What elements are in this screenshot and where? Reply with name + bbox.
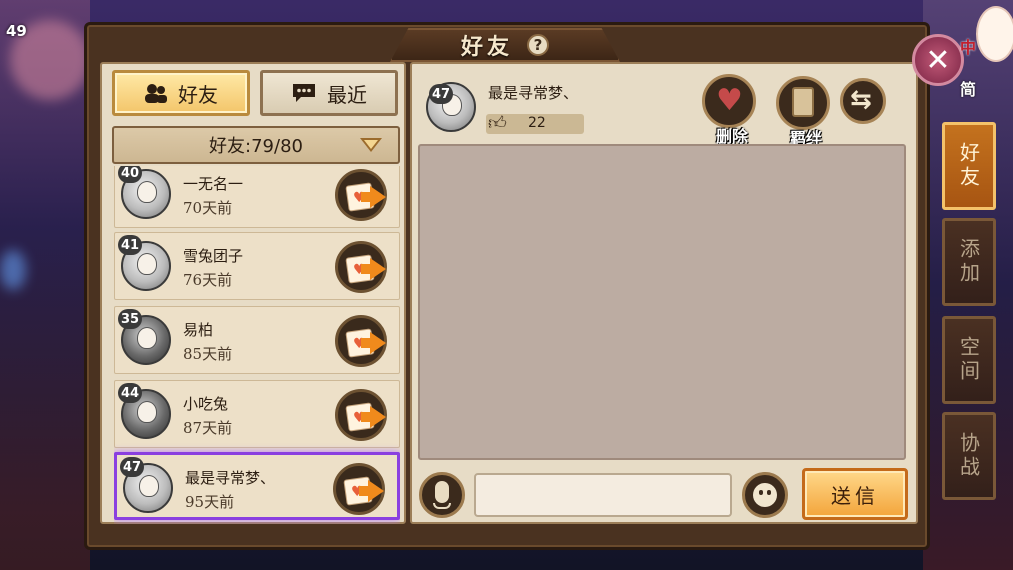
send-letter-button[interactable]: ♥ — [335, 315, 387, 367]
friend-name: 易柏 — [183, 321, 214, 339]
arrow-right-icon — [370, 186, 386, 208]
background-lantern — [0, 250, 26, 290]
chat-message-area[interactable] — [418, 144, 906, 460]
emoji-icon — [753, 483, 777, 507]
like-bar[interactable]: 👍︎ 22 — [486, 113, 584, 134]
friend-filter-dropdown[interactable]: 好友:79/80 — [112, 126, 400, 164]
friend-name: 雪兔团子 — [183, 247, 244, 265]
side-tab-assist[interactable]: 协战 — [942, 412, 996, 500]
friend-last-seen: 95天前 — [185, 493, 235, 511]
tab-friends-label: 好友 — [178, 82, 218, 107]
friend-last-seen: 70天前 — [183, 199, 233, 217]
arrow-right-icon — [368, 480, 384, 502]
help-icon[interactable]: ? — [527, 34, 549, 56]
friend-row[interactable]: 40 一无名一 70天前 ♥ — [114, 166, 400, 228]
dropdown-arrow-icon — [360, 138, 382, 152]
friend-level-badge: 44 — [118, 383, 143, 403]
friend-last-seen: 85天前 — [183, 345, 233, 363]
title-plate: 好友 ? — [390, 28, 620, 62]
avatar-face — [137, 327, 157, 349]
language-simplified-badge[interactable]: 简 — [960, 76, 976, 100]
side-tab-friends[interactable]: 好友 — [942, 122, 996, 210]
selected-level-badge: 47 — [429, 84, 454, 104]
bond-button[interactable]: 羁绊 — [776, 76, 830, 148]
friend-level-badge: 41 — [118, 235, 143, 255]
close-button[interactable]: ✕ — [912, 34, 964, 86]
selected-friend-name: 最是寻常梦、 — [488, 84, 579, 102]
arrow-right-icon — [370, 258, 386, 280]
selected-friend-avatar[interactable]: 47 — [426, 82, 478, 134]
send-letter-button[interactable]: ♥ — [335, 241, 387, 293]
friend-level-badge: 35 — [118, 309, 143, 329]
tab-friends[interactable]: 好友 — [112, 70, 250, 116]
friend-name: 小吃兔 — [183, 395, 229, 413]
scroll-icon — [792, 87, 814, 117]
friend-level-badge: 40 — [118, 166, 143, 183]
emoji-button[interactable] — [742, 472, 788, 518]
broken-heart-icon: ♥ — [716, 83, 743, 118]
avatar-face — [137, 253, 157, 275]
message-input[interactable] — [474, 473, 732, 517]
like-count: 22 — [528, 115, 546, 131]
friend-last-seen: 87天前 — [183, 419, 233, 437]
friend-row-selected[interactable]: 47 最是寻常梦、 95天前 ♥ — [114, 452, 400, 520]
mascot-avatar[interactable] — [976, 6, 1013, 62]
send-button[interactable]: 送信 — [802, 468, 908, 520]
friend-name: 一无名一 — [183, 175, 244, 193]
friend-count: 好友:79/80 — [209, 136, 303, 157]
window-title: 好友 — [460, 35, 513, 60]
microphone-base — [433, 503, 451, 509]
tab-recent-label: 最近 — [327, 82, 367, 107]
friend-list[interactable]: 40 一无名一 70天前 ♥ 41 雪兔团子 76天前 ♥ 35 易柏 85天前… — [114, 166, 400, 524]
avatar-face — [137, 181, 157, 203]
send-letter-button[interactable]: ♥ — [335, 389, 387, 441]
avatar-face — [139, 475, 159, 497]
player-level: 49 — [6, 22, 27, 40]
chat-bubble-icon — [293, 84, 315, 102]
thumbs-up-icon: 👍︎ — [488, 113, 507, 134]
swap-button[interactable]: ⇆ — [840, 78, 886, 124]
microphone-icon — [435, 481, 449, 503]
avatar-face — [137, 401, 157, 423]
friend-last-seen: 76天前 — [183, 271, 233, 289]
tab-recent[interactable]: 最近 — [260, 70, 398, 116]
voice-button[interactable] — [419, 472, 465, 518]
friend-row[interactable]: 35 易柏 85天前 ♥ — [114, 306, 400, 374]
delete-friend-button[interactable]: ♥ 删除 — [702, 74, 756, 146]
arrow-right-icon — [370, 332, 386, 354]
send-letter-button[interactable]: ♥ — [335, 169, 387, 221]
send-letter-button[interactable]: ♥ — [333, 463, 385, 515]
friend-row[interactable]: 41 雪兔团子 76天前 ♥ — [114, 232, 400, 300]
side-tab-add[interactable]: 添加 — [942, 218, 996, 306]
language-badge[interactable]: 中 — [960, 34, 976, 58]
swap-icon: ⇆ — [850, 85, 872, 115]
side-tab-space[interactable]: 空间 — [942, 316, 996, 404]
close-icon: ✕ — [925, 42, 951, 78]
friend-level-badge: 47 — [120, 457, 145, 477]
friend-name: 最是寻常梦、 — [185, 469, 276, 487]
friend-row[interactable]: 44 小吃兔 87天前 ♥ — [114, 380, 400, 448]
arrow-right-icon — [370, 406, 386, 428]
friends-icon — [145, 84, 167, 103]
